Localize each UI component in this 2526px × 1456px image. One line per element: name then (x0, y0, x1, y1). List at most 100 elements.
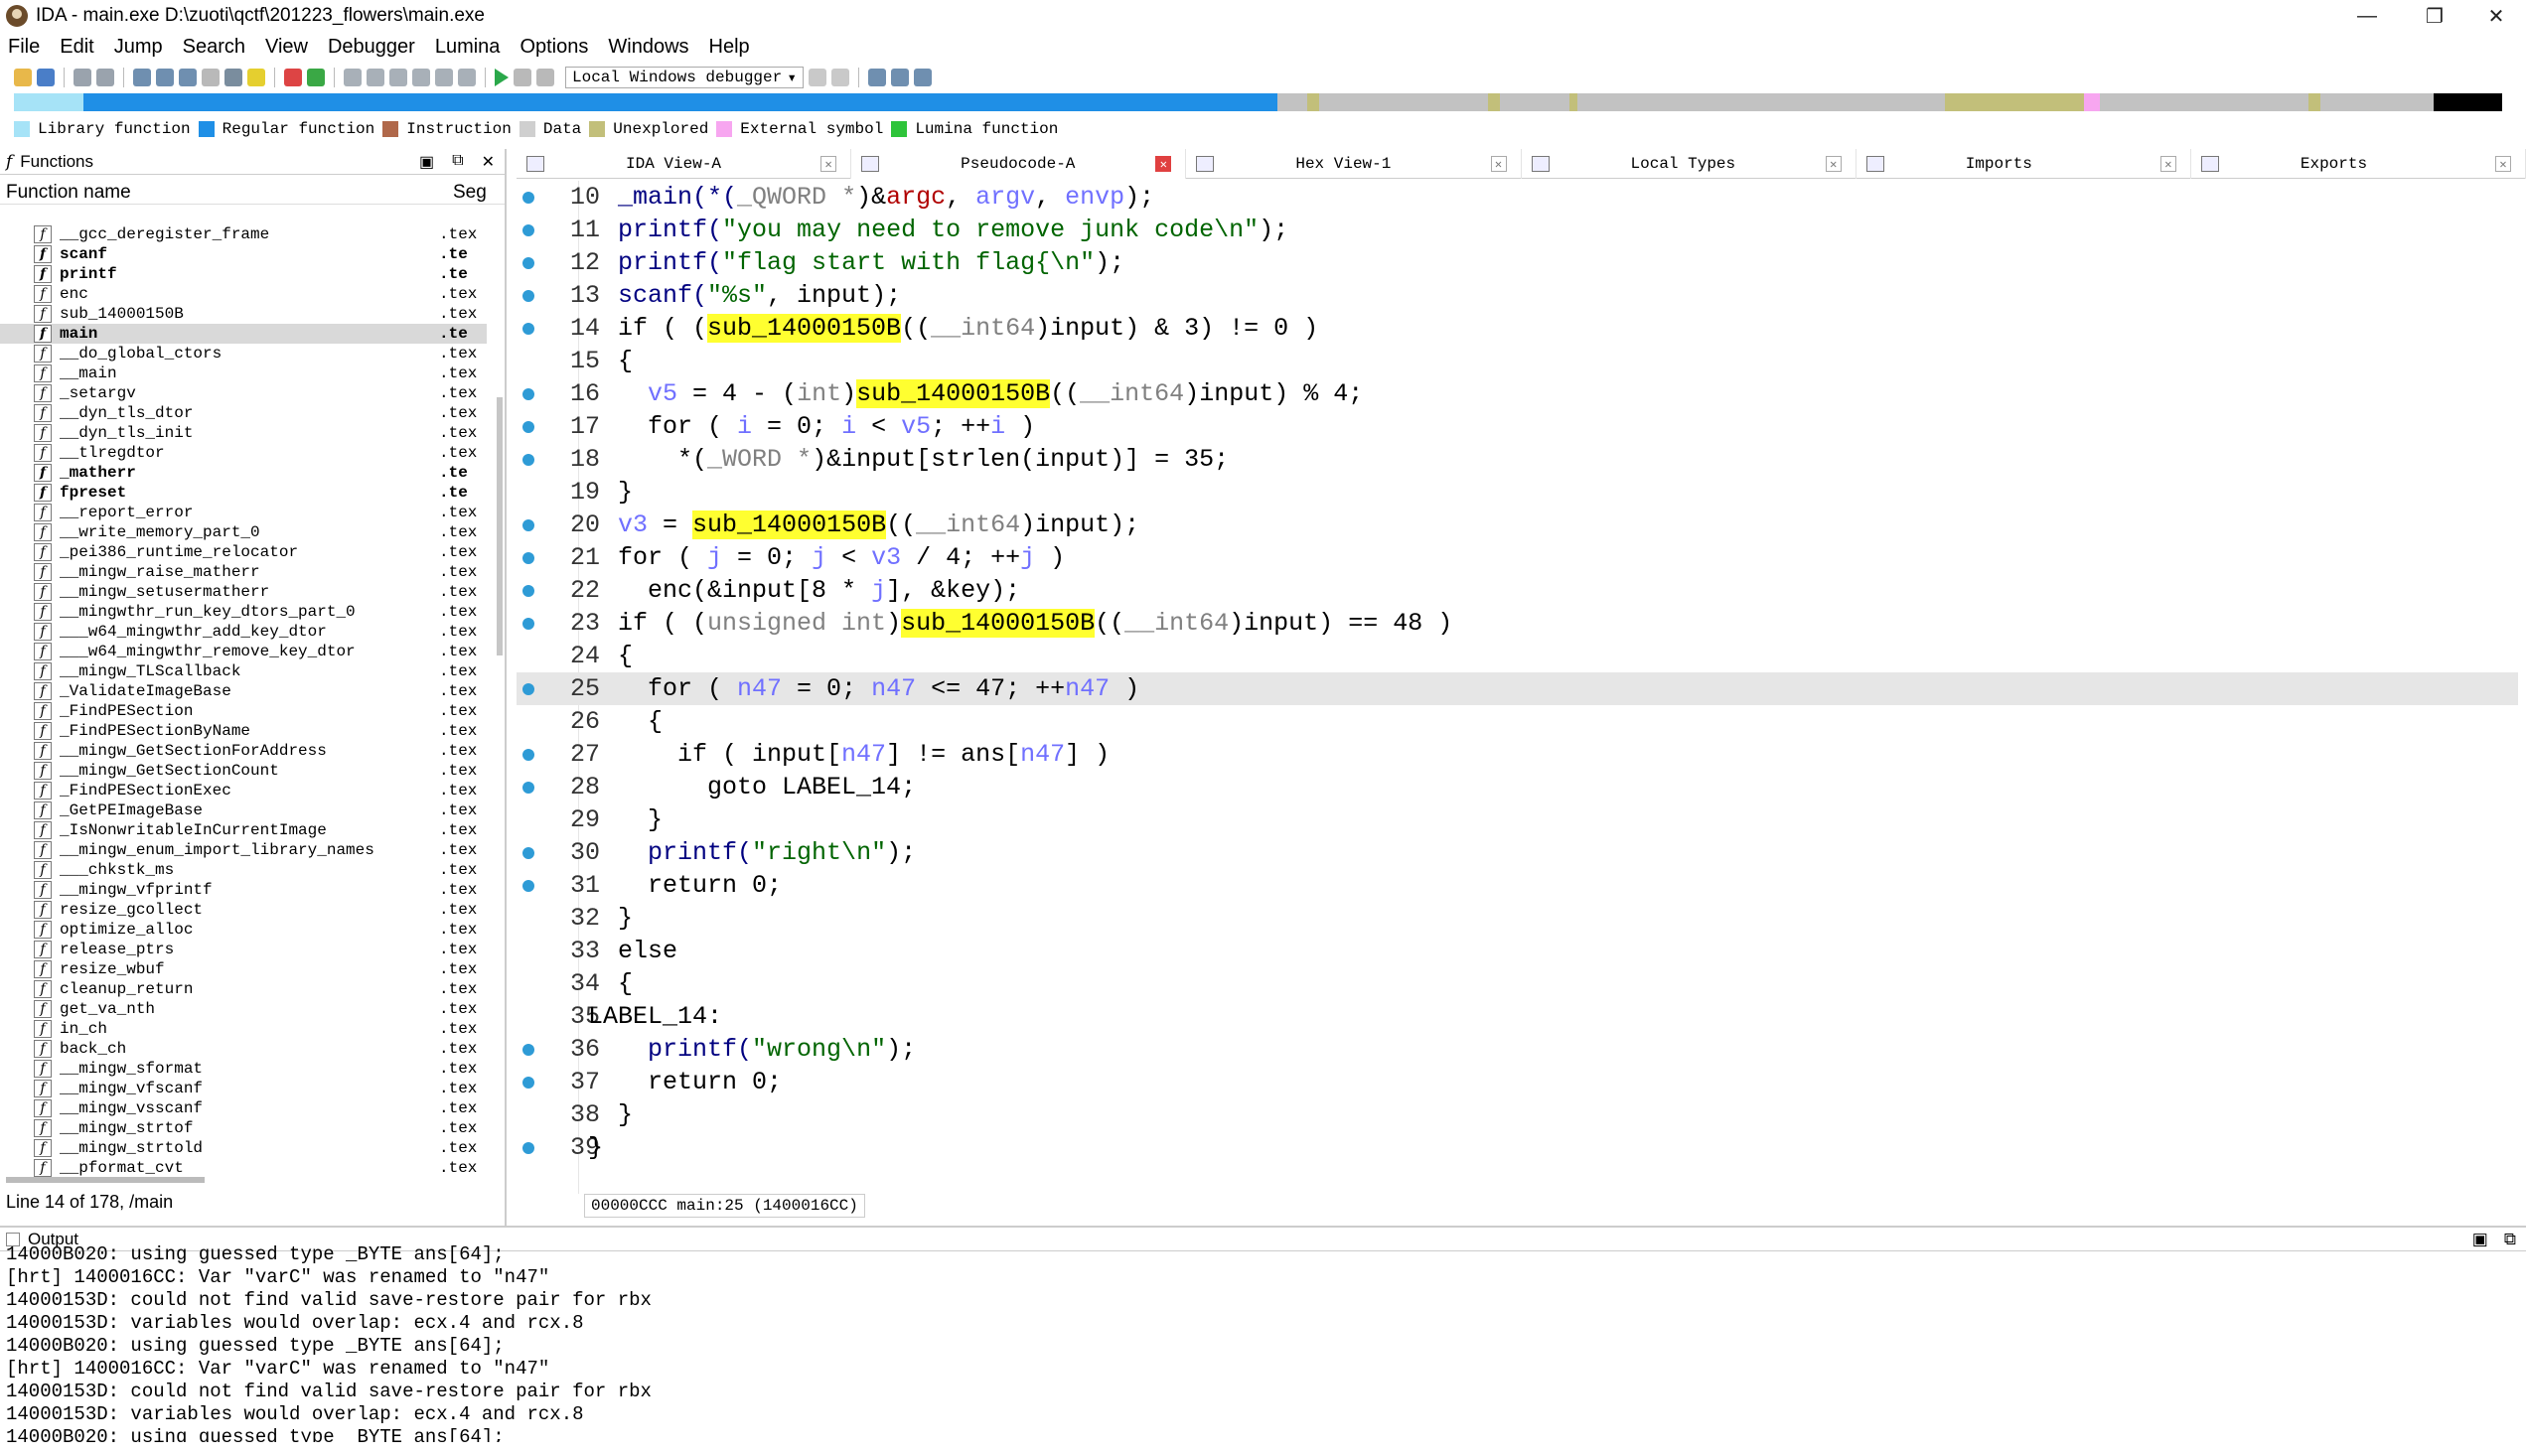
breakpoint-dot-icon[interactable] (522, 518, 534, 531)
function-row[interactable]: f resize_gcollect .tex (0, 900, 487, 920)
navigation-band[interactable] (14, 93, 2522, 111)
function-row[interactable]: f __report_error .tex (0, 503, 487, 522)
search-next-icon[interactable] (179, 69, 197, 86)
menu-lumina[interactable]: Lumina (435, 36, 501, 59)
save-icon[interactable] (37, 69, 55, 86)
function-row[interactable]: f sub_14000150B .tex (0, 304, 487, 324)
undefine-icon[interactable] (435, 69, 453, 86)
breakpoint-dot-icon[interactable] (522, 879, 534, 892)
code-line[interactable]: 26 { (517, 705, 2518, 738)
back-arrow-icon[interactable] (74, 69, 91, 86)
function-row[interactable]: f __mingw_enum_import_library_names .tex (0, 840, 487, 860)
close-window-button[interactable]: ✕ (2466, 0, 2526, 32)
tab-pseudocode-a[interactable]: Pseudocode-A ✕ (851, 149, 1187, 179)
tab-exports[interactable]: Exports ✕ (2191, 149, 2526, 179)
code-line[interactable]: 15 { (517, 345, 2518, 377)
search-binary-icon[interactable] (133, 69, 151, 86)
menu-options[interactable]: Options (520, 36, 588, 59)
close-tab-icon[interactable]: ✕ (2495, 156, 2512, 172)
function-row[interactable]: f __mingw_setusermatherr .tex (0, 582, 487, 602)
code-line[interactable]: 27 if ( input[n47] != ans[n47] ) (517, 738, 2518, 771)
function-row[interactable]: f _GetPEImageBase .tex (0, 801, 487, 820)
code-line[interactable]: 32 } (517, 902, 2518, 935)
open-file-icon[interactable] (14, 69, 32, 86)
code-line[interactable]: 35 LABEL_14: (517, 1000, 2518, 1033)
function-row[interactable]: f _IsNonwritableInCurrentImage .tex (0, 820, 487, 840)
code-line[interactable]: 30 printf("right\n"); (517, 836, 2518, 869)
maximize-panel-icon[interactable]: ▣ (419, 152, 434, 172)
function-row[interactable]: f __mingwthr_run_key_dtors_part_0 .tex (0, 602, 487, 622)
function-row[interactable]: f fpreset .te (0, 483, 487, 503)
function-row[interactable]: f scanf .te (0, 244, 487, 264)
pseudocode-view[interactable]: 10 _main(*(_QWORD *)&argc, argv, envp); 1… (517, 181, 2518, 1194)
code-line[interactable]: 25 for ( n47 = 0; n47 <= 47; ++n47 ) (517, 672, 2518, 705)
function-row[interactable]: f ___w64_mingwthr_remove_key_dtor .tex (0, 642, 487, 661)
function-row[interactable]: f __write_memory_part_0 .tex (0, 522, 487, 542)
function-row[interactable]: f ___w64_mingwthr_add_key_dtor .tex (0, 622, 487, 642)
code-line[interactable]: 21 for ( j = 0; j < v3 / 4; ++j ) (517, 541, 2518, 574)
menu-windows[interactable]: Windows (608, 36, 688, 59)
function-row[interactable]: f __do_global_ctors .tex (0, 344, 487, 364)
function-row[interactable]: f _ValidateImageBase .tex (0, 681, 487, 701)
function-row[interactable]: f _FindPESection .tex (0, 701, 487, 721)
function-row[interactable]: f _matherr .te (0, 463, 487, 483)
function-row[interactable]: f __pformat_cvt .tex (0, 1158, 487, 1178)
data-icon[interactable] (367, 69, 384, 86)
code-icon[interactable] (344, 69, 362, 86)
menu-jump[interactable]: Jump (114, 36, 163, 59)
breakpoint-dot-icon[interactable] (522, 453, 534, 466)
search-text-icon[interactable] (156, 69, 174, 86)
breakpoint-dot-icon[interactable] (522, 846, 534, 859)
code-line[interactable]: 38 } (517, 1098, 2518, 1131)
function-row[interactable]: f __mingw_strtof .tex (0, 1118, 487, 1138)
function-row[interactable]: f __main .tex (0, 364, 487, 383)
function-row[interactable]: f _FindPESectionExec .tex (0, 781, 487, 801)
breakpoint-dot-icon[interactable] (522, 1141, 534, 1154)
breakpoint-dot-icon[interactable] (522, 551, 534, 564)
functions-hscrollbar[interactable] (6, 1177, 205, 1183)
function-row[interactable]: f __gcc_deregister_frame .tex (0, 224, 487, 244)
function-row[interactable]: f ___chkstk_ms .tex (0, 860, 487, 880)
function-row[interactable]: f __mingw_strtold .tex (0, 1138, 487, 1158)
function-row[interactable]: f __mingw_sformat .tex (0, 1059, 487, 1079)
code-line[interactable]: 31 return 0; (517, 869, 2518, 902)
breakpoint-dot-icon[interactable] (522, 322, 534, 335)
function-row[interactable]: f in_ch .tex (0, 1019, 487, 1039)
menu-view[interactable]: View (265, 36, 308, 59)
column-function-name[interactable]: Function name (6, 182, 131, 204)
function-row[interactable]: f _setargv .tex (0, 383, 487, 403)
layout-icon[interactable] (868, 69, 886, 86)
tab-local-types[interactable]: Local Types ✕ (1522, 149, 1857, 179)
lumina-icon[interactable] (307, 69, 325, 86)
copy-icon[interactable] (202, 69, 220, 86)
function-row[interactable]: f back_ch .tex (0, 1039, 487, 1059)
close-tab-icon[interactable]: ✕ (2159, 156, 2176, 172)
function-row[interactable]: f __mingw_vfscanf .tex (0, 1079, 487, 1098)
function-row[interactable]: f __tlregdtor .tex (0, 443, 487, 463)
stop-icon[interactable] (536, 69, 554, 86)
outdent-icon[interactable] (914, 69, 932, 86)
menu-edit[interactable]: Edit (60, 36, 93, 59)
code-line[interactable]: 13 scanf("%s", input); (517, 279, 2518, 312)
graph-icon[interactable] (458, 69, 476, 86)
code-line[interactable]: 22 enc(&input[8 * j], &key); (517, 574, 2518, 607)
code-line[interactable]: 34 { (517, 967, 2518, 1000)
menu-file[interactable]: File (8, 36, 40, 59)
breakpoint-dot-icon[interactable] (522, 420, 534, 433)
tab-ida-view-a[interactable]: IDA View-A ✕ (517, 149, 852, 179)
breakpoint-dot-icon[interactable] (522, 682, 534, 695)
code-line[interactable]: 16 v5 = 4 - (int)sub_14000150B((__int64)… (517, 377, 2518, 410)
close-tab-icon[interactable]: ✕ (1825, 156, 1842, 172)
maximize-button[interactable]: ❐ (2405, 0, 2464, 32)
function-row[interactable]: f resize_wbuf .tex (0, 959, 487, 979)
function-row[interactable]: f __mingw_raise_matherr .tex (0, 562, 487, 582)
code-line[interactable]: 14 if ( (sub_14000150B((__int64)input) &… (517, 312, 2518, 345)
code-line[interactable]: 36 printf("wrong\n"); (517, 1033, 2518, 1066)
tab-hex-view-1[interactable]: Hex View-1 ✕ (1186, 149, 1522, 179)
menu-search[interactable]: Search (183, 36, 245, 59)
close-tab-icon[interactable]: ✕ (1490, 156, 1507, 172)
close-tab-icon[interactable]: ✕ (820, 156, 837, 172)
function-row[interactable]: f cleanup_return .tex (0, 979, 487, 999)
code-line[interactable]: 19 } (517, 476, 2518, 509)
breakpoint-dot-icon[interactable] (522, 584, 534, 597)
